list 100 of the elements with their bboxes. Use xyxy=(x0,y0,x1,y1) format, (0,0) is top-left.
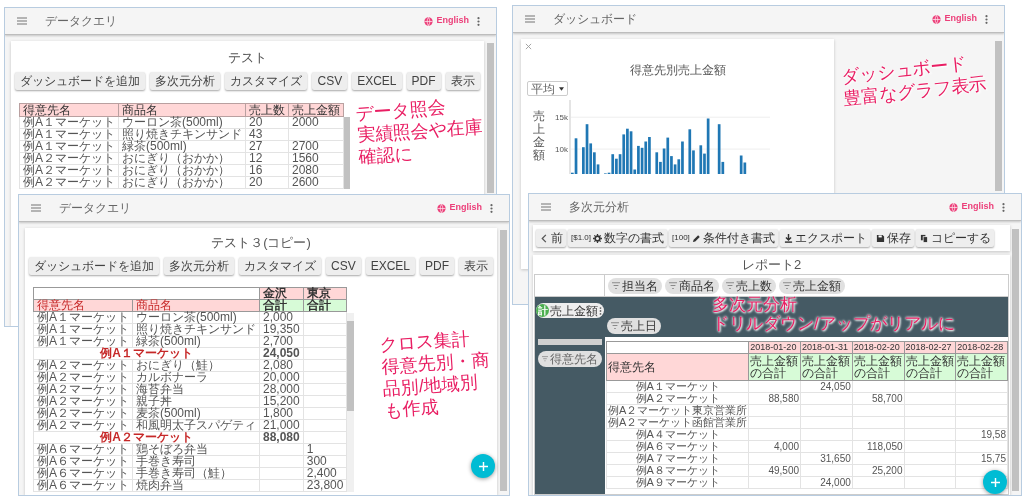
window-title: ダッシュボード xyxy=(553,11,637,28)
toolbar-button[interactable]: EXCEL xyxy=(352,72,402,90)
row-header: 例A９マーケット xyxy=(606,476,749,489)
language-button[interactable]: English xyxy=(424,14,469,28)
toolbar-button[interactable]: [100] 条件付き書式 xyxy=(669,229,778,247)
window-title: データクエリ xyxy=(59,200,131,217)
field-chip[interactable]: 得意先名 xyxy=(538,351,602,367)
row-header: 例A６マーケット xyxy=(606,440,749,453)
table-cell: 24,050 xyxy=(800,380,853,393)
toolbar-button[interactable]: 前 xyxy=(536,229,566,247)
table-cell: 118,050 xyxy=(852,440,904,453)
table-cell: カルボナーラ xyxy=(132,371,260,384)
toolbar-button[interactable]: 多次元分析 xyxy=(163,257,234,275)
toolbar-button[interactable]: カスタマイズ xyxy=(225,72,308,90)
table-cell: 88,080 xyxy=(259,431,304,444)
toolbar-button[interactable]: コピーする xyxy=(915,229,994,247)
table-cell: 例A２マーケット xyxy=(33,383,133,396)
aggregate-badge: 計 xyxy=(536,304,549,317)
axis-tick-label: 10k xyxy=(555,145,568,155)
table-cell: 例A２マーケット xyxy=(19,152,119,165)
row-header: 例A７マーケット xyxy=(606,452,749,465)
field-chip[interactable]: 売上数 xyxy=(722,277,776,294)
aggregate-dropdown[interactable]: 平均 xyxy=(527,81,568,96)
toolbar-button[interactable]: 多次元分析 xyxy=(150,72,221,90)
table-cell: 例A６マーケット xyxy=(33,479,133,492)
table-cell: 2,700 xyxy=(259,335,304,348)
table-cell: 20 xyxy=(245,116,289,129)
table-cell: 27 xyxy=(245,140,289,153)
table-cell: 88,580 xyxy=(748,392,801,405)
table-cell: 例A１マーケット xyxy=(19,128,119,141)
table-cell: 手巻き寿司 xyxy=(132,455,260,468)
field-chip[interactable]: 売上金額 xyxy=(779,277,845,294)
axis-tick-label: 15k xyxy=(555,113,568,123)
toolbar-button[interactable]: 表示 xyxy=(445,72,480,90)
table-cell: 15,75 xyxy=(955,452,1008,465)
table-cell: おにぎり（おかか） xyxy=(118,176,246,189)
field-chip[interactable]: 商品名 xyxy=(665,277,719,294)
table-cell: 麦茶(500ml) xyxy=(132,407,260,420)
language-button[interactable]: English xyxy=(949,200,994,214)
report-title: テスト３(コピー) xyxy=(211,236,311,250)
window-title: データクエリ xyxy=(45,13,117,30)
table-cell: 例A２マーケット xyxy=(33,359,133,372)
table-cell: 照り焼きチキンサンド xyxy=(118,128,246,141)
table-cell: 2600 xyxy=(288,176,344,189)
column-header: 2018-01-20 xyxy=(748,341,801,354)
table-cell: 例A２マーケット xyxy=(19,176,119,189)
column-header: 得意先名 xyxy=(606,353,749,381)
table-cell: 例A２マーケット xyxy=(33,407,133,420)
table-cell: 例A１マーケット xyxy=(33,311,133,324)
toolbar-button[interactable]: ダッシュボードを追加 xyxy=(15,72,146,90)
language-button[interactable]: English xyxy=(932,12,977,26)
table-cell: 1 xyxy=(303,443,347,456)
table-cell: 43 xyxy=(245,128,289,141)
column-header: 金沢 xyxy=(259,287,304,300)
table-cell: 照り焼きチキンサンド xyxy=(132,323,260,336)
table-cell: 15,200 xyxy=(259,395,304,408)
toolbar-button[interactable]: エクスポート xyxy=(779,229,870,247)
toolbar-button[interactable]: CSV xyxy=(312,72,348,90)
toolbar-button[interactable]: 保存 xyxy=(871,229,914,247)
table-cell: 例A１マーケット xyxy=(19,116,119,129)
table-cell: おにぎり（おかか） xyxy=(118,152,246,165)
table-cell: 19,350 xyxy=(259,323,304,336)
toolbar-button[interactable]: PDF xyxy=(420,257,454,275)
toolbar-button[interactable]: EXCEL xyxy=(365,257,415,275)
table-cell: 4,000 xyxy=(748,440,801,453)
subtotal-label: 例A１マーケット xyxy=(33,347,260,360)
toolbar-button[interactable]: [$1.0] 数字の書式 xyxy=(568,229,667,247)
toolbar-button[interactable]: カスタマイズ xyxy=(238,257,321,275)
column-header: 売上数 xyxy=(245,103,289,117)
row-header: 例A８マーケット xyxy=(606,464,749,477)
table-cell: 1560 xyxy=(288,152,344,165)
column-header: 得意先名 xyxy=(19,103,119,117)
table-cell: 2,400 xyxy=(303,467,347,480)
row-header: 例A１マーケット xyxy=(606,380,749,393)
language-button[interactable]: English xyxy=(437,201,482,215)
table-cell: 海苔弁当 xyxy=(132,383,260,396)
column-header: 売上金額 xyxy=(288,103,344,117)
table-cell: 例A２マーケット xyxy=(19,164,119,177)
field-chip[interactable]: 担当名 xyxy=(608,277,662,294)
toolbar-button[interactable]: CSV xyxy=(325,257,361,275)
table-cell: 20 xyxy=(245,176,289,189)
field-chip[interactable]: 売上日 xyxy=(607,318,661,334)
measure-chip[interactable]: 計 売上金額 xyxy=(536,303,604,318)
table-cell: 25,200 xyxy=(852,464,904,477)
toolbar-button[interactable]: 表示 xyxy=(459,257,493,275)
toolbar-button[interactable]: PDF xyxy=(406,72,441,90)
column-header: 商品名 xyxy=(118,103,246,117)
report-title: テスト xyxy=(228,51,267,65)
caption-text: 多次元分析 xyxy=(712,295,798,314)
column-header: 東京 xyxy=(303,287,347,300)
chart-title: 得意先別売上金額 xyxy=(629,64,726,77)
row-header: 例A２マーケット東京営業所 xyxy=(606,404,749,417)
toolbar-button[interactable]: ダッシュボードを追加 xyxy=(28,257,159,275)
table-cell: 20,000 xyxy=(259,371,304,384)
table-cell: 例A１マーケット xyxy=(19,140,119,153)
table-cell: 58,700 xyxy=(852,392,904,405)
table-cell: 19,58 xyxy=(955,428,1008,441)
table-cell: 例A１マーケット xyxy=(33,335,133,348)
table-cell: 例A１マーケット xyxy=(33,323,133,336)
table-cell: 2080 xyxy=(288,164,344,177)
